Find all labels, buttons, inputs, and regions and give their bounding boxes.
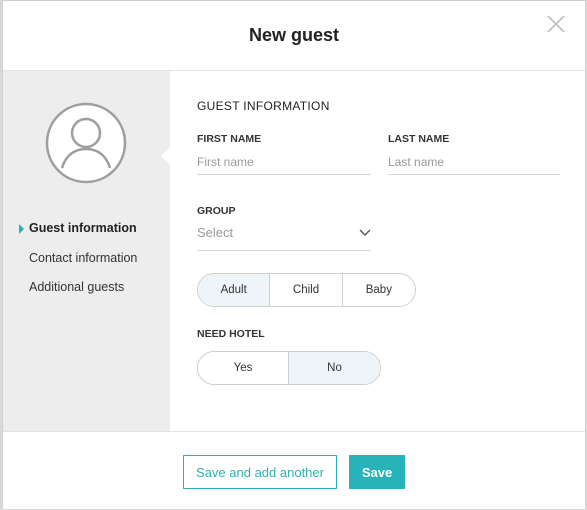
need-hotel-label: NEED HOTEL xyxy=(197,328,265,340)
triangle-right-icon xyxy=(19,224,24,234)
modal-header: New guest xyxy=(3,1,585,71)
age-type-toggle: Adult Child Baby xyxy=(197,273,416,307)
first-name-input[interactable] xyxy=(197,149,371,175)
last-name-input[interactable] xyxy=(388,149,560,175)
last-name-label: LAST NAME xyxy=(388,133,450,145)
user-avatar-icon xyxy=(45,102,127,184)
save-button[interactable]: Save xyxy=(349,455,405,489)
sidebar: Guest information Contact information Ad… xyxy=(3,71,170,431)
first-name-label: FIRST NAME xyxy=(197,133,262,145)
group-select-value: Select xyxy=(197,225,234,240)
close-icon[interactable] xyxy=(545,13,567,35)
sidebar-item-additional-guests[interactable]: Additional guests xyxy=(29,280,124,294)
guest-form: GUEST INFORMATION FIRST NAME LAST NAME G… xyxy=(170,71,585,431)
section-title: GUEST INFORMATION xyxy=(197,99,330,113)
child-option[interactable]: Child xyxy=(270,274,343,306)
sidebar-item-guest-information[interactable]: Guest information xyxy=(29,221,137,235)
sidebar-item-contact-information[interactable]: Contact information xyxy=(29,251,137,265)
new-guest-modal: New guest Guest information Contact info… xyxy=(2,0,586,509)
baby-option[interactable]: Baby xyxy=(343,274,415,306)
need-hotel-yes-option[interactable]: Yes xyxy=(198,352,289,384)
modal-title: New guest xyxy=(248,25,340,45)
adult-option[interactable]: Adult xyxy=(198,274,271,306)
group-label: GROUP xyxy=(197,205,236,217)
group-select[interactable]: Select xyxy=(197,221,371,251)
chevron-down-icon xyxy=(359,229,371,236)
need-hotel-toggle: Yes No xyxy=(197,351,381,385)
modal-footer: Save and add another Save xyxy=(3,431,585,509)
save-and-add-another-button[interactable]: Save and add another xyxy=(183,455,337,489)
need-hotel-no-option[interactable]: No xyxy=(289,352,380,384)
